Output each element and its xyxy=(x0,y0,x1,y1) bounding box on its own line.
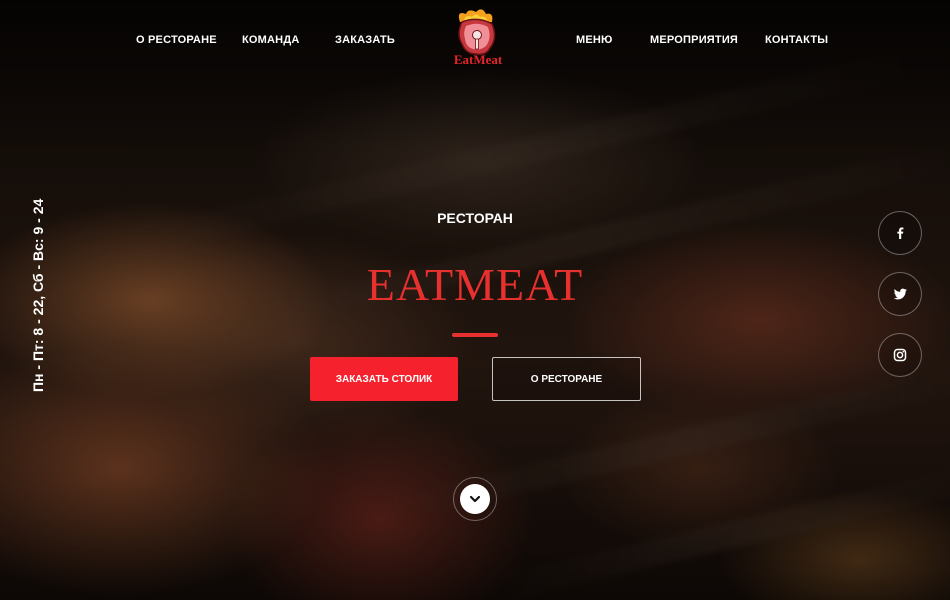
instagram-icon xyxy=(893,348,907,362)
logo-text: EatMeat xyxy=(453,52,503,67)
main-navigation: О РЕСТОРАНЕ КОМАНДА ЗАКАЗАТЬ EatMeat МЕН… xyxy=(0,0,950,82)
nav-link-menu[interactable]: МЕНЮ xyxy=(576,34,613,46)
instagram-link[interactable] xyxy=(878,333,922,377)
nav-link-events[interactable]: МЕРОПРИЯТИЯ xyxy=(650,34,738,46)
nav-link-team[interactable]: КОМАНДА xyxy=(242,34,300,46)
meat-logo-icon xyxy=(458,9,496,56)
hero-title: EATMEAT xyxy=(366,259,584,310)
facebook-link[interactable] xyxy=(878,211,922,255)
chevron-down-icon xyxy=(469,495,481,503)
facebook-icon xyxy=(897,227,904,239)
nav-link-contacts[interactable]: КОНТАКТЫ xyxy=(765,34,828,46)
book-table-button[interactable]: ЗАКАЗАТЬ СТОЛИК xyxy=(310,357,458,401)
nav-link-about[interactable]: О РЕСТОРАНЕ xyxy=(136,34,217,46)
about-restaurant-button[interactable]: О РЕСТОРАНЕ xyxy=(492,357,641,401)
scroll-down-button[interactable] xyxy=(460,484,490,514)
twitter-link[interactable] xyxy=(878,272,922,316)
nav-link-order[interactable]: ЗАКАЗАТЬ xyxy=(335,34,395,46)
hero-kicker: РЕСТОРАН xyxy=(437,210,513,226)
logo[interactable]: EatMeat xyxy=(446,8,510,84)
hero-section: О РЕСТОРАНЕ КОМАНДА ЗАКАЗАТЬ EatMeat МЕН… xyxy=(0,0,950,600)
twitter-icon xyxy=(893,288,907,300)
title-divider xyxy=(452,333,498,337)
